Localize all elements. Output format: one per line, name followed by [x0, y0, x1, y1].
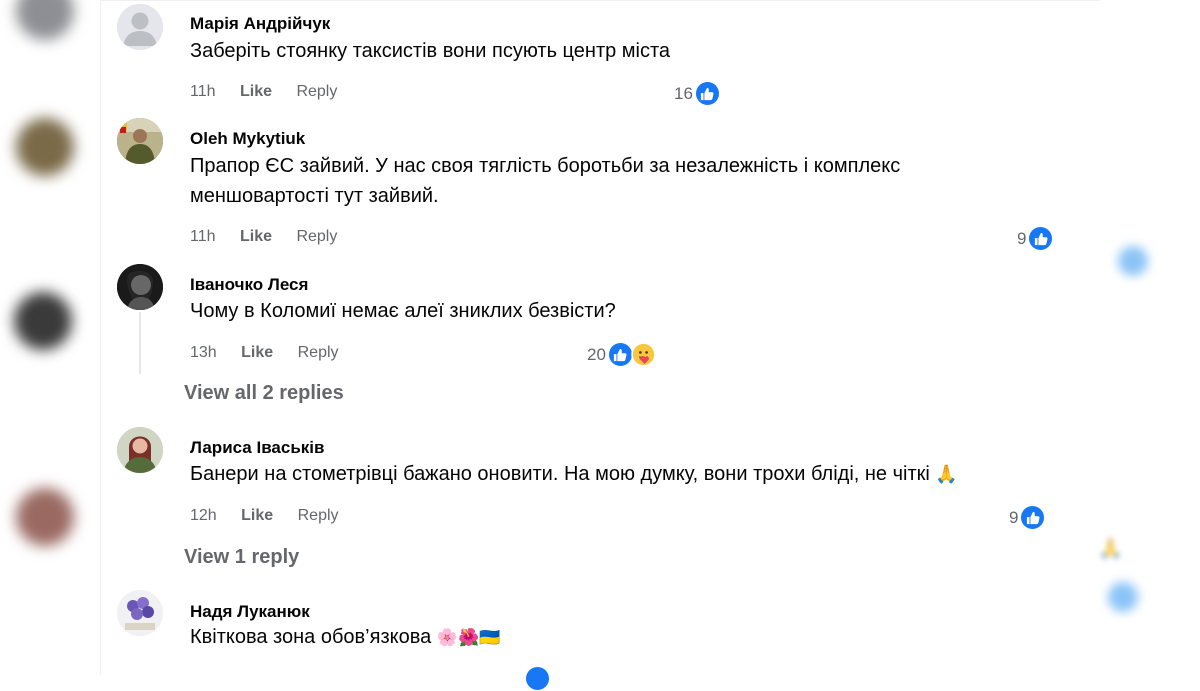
comment-actions: 12h Like Reply [190, 507, 359, 525]
comment-author[interactable]: Oleh Mykytiuk [190, 129, 305, 149]
comment-text: Чому в Коломиї немає алеї зниклих безвіс… [190, 300, 616, 322]
blurred-like-icon [1118, 246, 1148, 276]
comment-text: Заберіть стоянку таксистів вони псують ц… [190, 40, 671, 62]
reply-button[interactable]: Reply [296, 228, 337, 246]
comment-author[interactable]: Надя Луканюк [190, 602, 310, 622]
blurred-avatar [14, 292, 72, 350]
avatar[interactable] [117, 590, 163, 636]
reaction-summary[interactable]: 9 [1009, 505, 1046, 530]
comment-author[interactable]: Лариса Іваськів [190, 438, 324, 458]
like-icon [694, 81, 720, 106]
comment-text-content: Квіткова зона обов’язкова [190, 626, 432, 648]
reply-button[interactable]: Reply [298, 344, 339, 362]
like-icon [607, 342, 633, 367]
avatar-photo [117, 264, 163, 310]
like-icon [525, 666, 550, 691]
avatar-photo [117, 590, 163, 636]
avatar-photo [117, 118, 163, 164]
comment-text-line: меншовартості тут зайвий. [190, 185, 439, 207]
care-icon [631, 342, 656, 367]
blurred-avatar [16, 0, 74, 40]
reaction-count: 9 [1009, 507, 1019, 527]
default-avatar-icon [117, 4, 163, 50]
thread-connector [139, 312, 141, 374]
comment-actions: 11h Like Reply [190, 83, 357, 101]
divider [100, 0, 1100, 1]
blurred-avatar [16, 118, 74, 176]
reply-button[interactable]: Reply [298, 507, 339, 525]
reaction-count: 9 [1017, 228, 1027, 248]
view-replies-link[interactable]: View all 2 replies [184, 382, 344, 405]
reply-button[interactable]: Reply [296, 83, 337, 101]
blurred-pray-icon: 🙏 [1098, 538, 1123, 560]
like-button[interactable]: Like [240, 228, 272, 246]
pray-emoji: 🙏 [935, 464, 958, 484]
avatar[interactable] [117, 427, 163, 473]
comment-text: Квіткова зона обов’язкова 🌸🌺🇺🇦 [190, 622, 1050, 653]
like-icon [1020, 505, 1046, 530]
like-icon [1028, 226, 1054, 251]
blurred-avatar [16, 488, 74, 546]
avatar[interactable] [117, 264, 163, 310]
comment-timestamp[interactable]: 12h [190, 507, 217, 525]
comment-timestamp[interactable]: 13h [190, 344, 217, 362]
reaction-count: 16 [674, 83, 693, 103]
comment-author[interactable]: Марія Андрійчук [190, 14, 330, 34]
comments-panel: Марія Андрійчук Заберіть стоянку таксист… [100, 0, 1100, 691]
comment-text: Прапор ЄС зайвий. У нас своя тяглість бо… [190, 151, 1050, 211]
reaction-count: 20 [587, 344, 606, 364]
comment-timestamp[interactable]: 11h [190, 83, 216, 101]
comment-actions: 11h Like Reply [190, 228, 357, 246]
flower-flag-emoji: 🌸🌺🇺🇦 [436, 628, 501, 647]
reaction-summary[interactable]: 16 [674, 81, 720, 106]
avatar-photo [117, 427, 163, 473]
like-button[interactable]: Like [241, 507, 273, 525]
comment-text: Банери на стометрівці бажано оновити. На… [190, 459, 1050, 489]
comment-text-line: Прапор ЄС зайвий. У нас своя тяглість бо… [190, 155, 901, 177]
blurred-like-icon [1108, 582, 1138, 612]
comment-text-content: Банери на стометрівці бажано оновити. На… [190, 463, 930, 485]
comment-actions: 13h Like Reply [190, 344, 359, 362]
reaction-summary[interactable]: 20 [587, 342, 656, 367]
avatar[interactable] [117, 4, 163, 50]
reaction-summary[interactable]: 9 [1017, 226, 1054, 251]
like-button[interactable]: Like [240, 83, 272, 101]
divider [100, 0, 101, 675]
comment-timestamp[interactable]: 11h [190, 228, 216, 246]
view-replies-link[interactable]: View 1 reply [184, 546, 299, 569]
comment-author[interactable]: Іваночко Леся [190, 275, 308, 295]
avatar[interactable] [117, 118, 163, 164]
like-button[interactable]: Like [241, 344, 273, 362]
